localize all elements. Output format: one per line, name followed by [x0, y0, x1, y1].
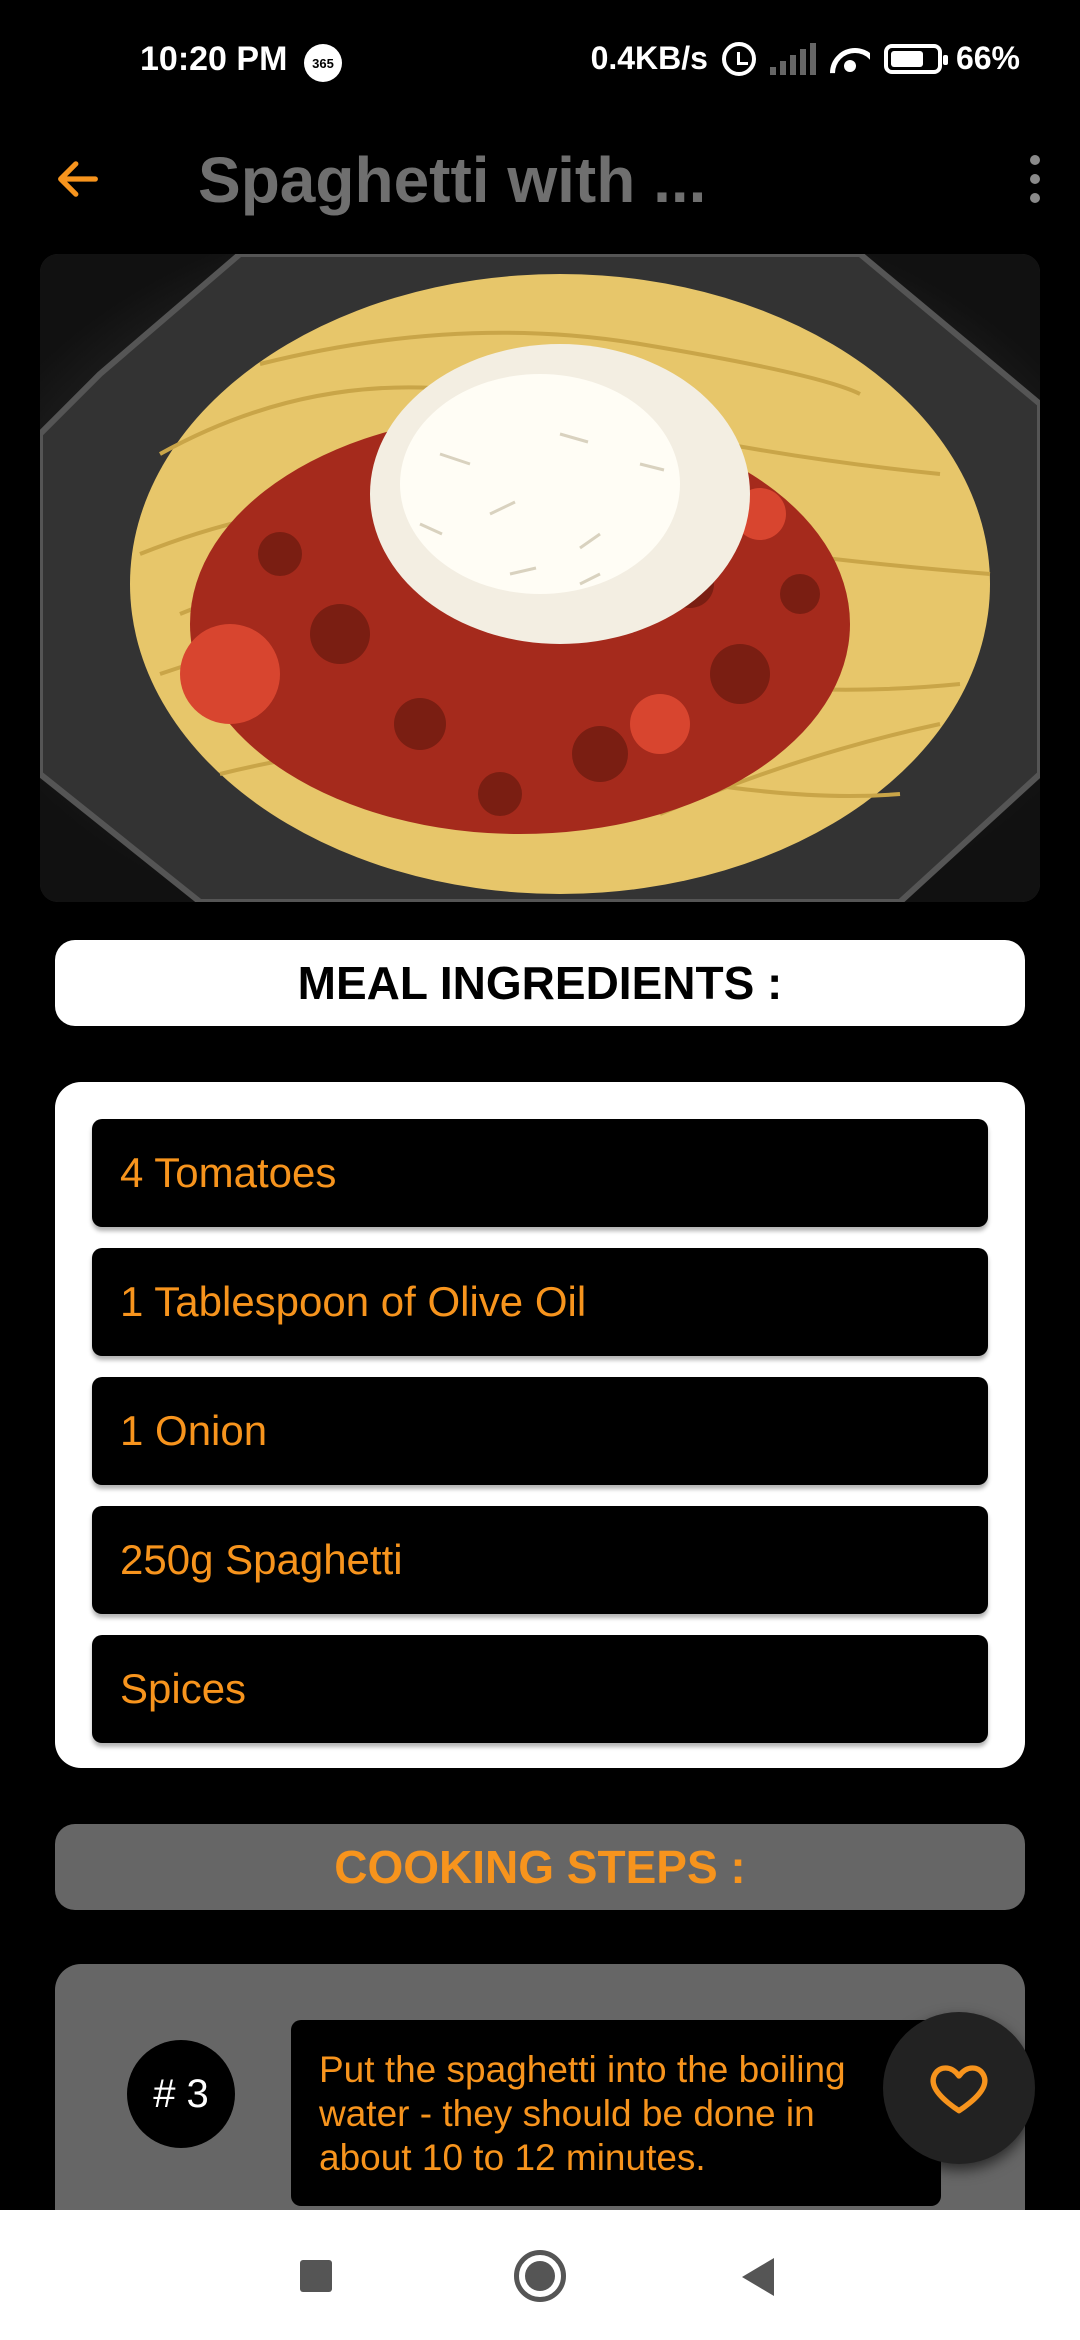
home-icon[interactable]: [514, 2250, 566, 2302]
meal-photo: [40, 254, 1040, 902]
recents-icon[interactable]: [300, 2260, 332, 2292]
ingredients-header: MEAL INGREDIENTS :: [55, 940, 1025, 1026]
signal-icon: [769, 42, 816, 75]
wifi-icon: [830, 44, 870, 74]
more-vert-icon[interactable]: [1020, 149, 1050, 209]
alarm-icon: [721, 41, 756, 76]
ingredient-item: Spices: [92, 1635, 988, 1743]
app-bar: Spaghetti with ...: [0, 125, 1080, 235]
ingredient-item: 250g Spaghetti: [92, 1506, 988, 1614]
ingredients-list: 4 Tomatoes 1 Tablespoon of Olive Oil 1 O…: [55, 1082, 1025, 1768]
arrow-left-icon[interactable]: [52, 153, 104, 205]
heart-icon: [930, 2065, 988, 2114]
step-text: Put the spaghetti into the boiling water…: [291, 2020, 941, 2206]
status-bar: 10:20 PM 365 0.4KB/s 66%: [0, 0, 1080, 125]
status-icons: 0.4KB/s 66%: [591, 40, 1020, 77]
battery-level: 66%: [955, 40, 1020, 76]
step-number: # 3: [127, 2040, 235, 2148]
steps-header: COOKING STEPS :: [55, 1824, 1025, 1910]
system-nav-bar: [0, 2210, 1080, 2340]
back-triangle-icon[interactable]: [742, 2258, 774, 2296]
ingredient-item: 1 Onion: [92, 1377, 988, 1485]
app-badge-icon: 365: [304, 44, 342, 82]
favorite-button[interactable]: [883, 2012, 1035, 2164]
battery-icon: [883, 43, 948, 74]
status-time: 10:20 PM: [140, 40, 288, 78]
page-title: Spaghetti with ...: [198, 144, 707, 216]
ingredient-item: 4 Tomatoes: [92, 1119, 988, 1227]
net-speed: 0.4KB/s: [590, 40, 708, 76]
ingredient-item: 1 Tablespoon of Olive Oil: [92, 1248, 988, 1356]
